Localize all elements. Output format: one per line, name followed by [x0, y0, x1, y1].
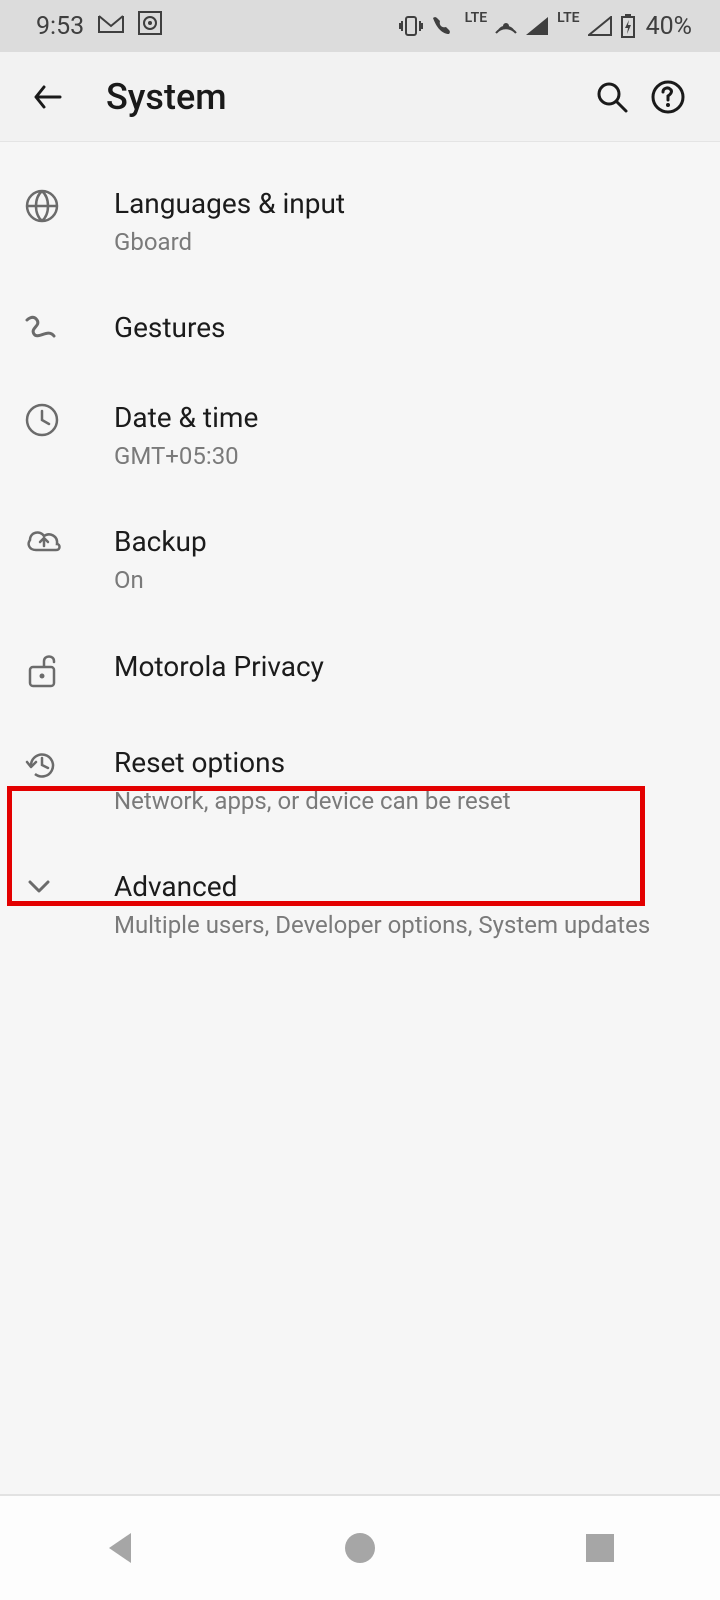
help-icon — [650, 79, 686, 115]
setting-motorola-privacy[interactable]: Motorola Privacy — [0, 623, 720, 719]
search-button[interactable] — [584, 79, 640, 115]
circle-home-icon — [342, 1530, 378, 1566]
setting-title: Motorola Privacy — [114, 649, 700, 684]
settings-list: Languages & input Gboard Gestures Date &… — [0, 142, 720, 967]
setting-languages-input[interactable]: Languages & input Gboard — [0, 160, 720, 284]
vibrate-icon — [399, 15, 423, 37]
setting-sub: On — [114, 565, 700, 596]
square-recent-icon — [584, 1532, 616, 1564]
back-button[interactable] — [24, 79, 72, 115]
setting-title: Backup — [114, 524, 700, 559]
help-button[interactable] — [640, 79, 696, 115]
navigation-bar — [0, 1494, 720, 1600]
setting-reset-options[interactable]: Reset options Network, apps, or device c… — [0, 719, 720, 843]
gesture-icon — [24, 312, 58, 346]
setting-backup[interactable]: Backup On — [0, 498, 720, 622]
globe-icon — [24, 188, 60, 228]
setting-title: Reset options — [114, 745, 700, 780]
battery-percentage: 40% — [646, 12, 692, 41]
cloud-upload-icon — [24, 526, 64, 560]
search-icon — [594, 79, 630, 115]
setting-sub: Gboard — [114, 227, 700, 258]
setting-title: Advanced — [114, 869, 700, 904]
setting-sub: Network, apps, or device can be reset — [114, 786, 700, 817]
triangle-back-icon — [103, 1529, 137, 1567]
gmail-icon — [98, 12, 124, 41]
nav-home-button[interactable] — [300, 1530, 420, 1566]
nav-back-button[interactable] — [60, 1529, 180, 1567]
setting-title: Date & time — [114, 400, 700, 435]
status-time: 9:53 — [36, 12, 84, 41]
signal-empty-icon — [588, 16, 612, 36]
setting-sub: GMT+05:30 — [114, 441, 700, 472]
clock-icon — [24, 402, 60, 442]
wifi-calling-icon — [431, 15, 457, 37]
signal-full-icon — [525, 16, 549, 36]
setting-title: Gestures — [114, 310, 700, 345]
setting-sub: Multiple users, Developer options, Syste… — [114, 910, 700, 941]
target-icon — [138, 11, 162, 42]
page-title: System — [106, 76, 584, 118]
nav-recent-button[interactable] — [540, 1532, 660, 1564]
arrow-back-icon — [30, 79, 66, 115]
setting-advanced[interactable]: Advanced Multiple users, Developer optio… — [0, 843, 720, 967]
setting-gestures[interactable]: Gestures — [0, 284, 720, 374]
lte-label: LTE — [465, 10, 487, 26]
lte-text: LTE — [557, 10, 579, 26]
lock-open-icon — [24, 651, 60, 693]
app-bar: System — [0, 52, 720, 142]
battery-charging-icon — [620, 14, 636, 38]
setting-date-time[interactable]: Date & time GMT+05:30 — [0, 374, 720, 498]
chevron-down-icon — [24, 871, 54, 905]
hotspot-icon — [495, 15, 517, 37]
restore-icon — [24, 747, 60, 787]
setting-title: Languages & input — [114, 186, 700, 221]
status-bar: 9:53 LTE LTE 40% — [0, 0, 720, 52]
